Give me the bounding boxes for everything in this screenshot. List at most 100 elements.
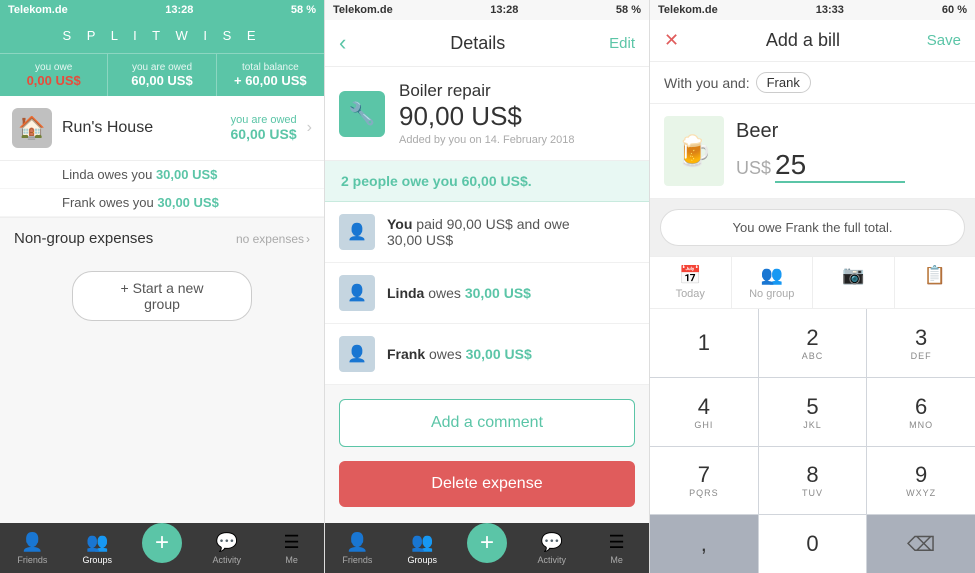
chevron-icon: ›	[307, 119, 312, 137]
notes-action[interactable]: 📋	[895, 257, 975, 308]
status-bar-3: Telekom.de 13:33 60 %	[650, 0, 975, 20]
save-button[interactable]: Save	[927, 32, 961, 49]
status-bar-2: Telekom.de 13:28 58 %	[325, 0, 649, 20]
edit-button[interactable]: Edit	[609, 35, 635, 52]
add-comment-button[interactable]: Add a comment	[339, 399, 635, 447]
split-text-you: You paid 90,00 US$ and owe30,00 US$	[387, 216, 570, 248]
group-owed-label: you are owed	[231, 114, 297, 126]
expense-name: Boiler repair	[399, 81, 575, 101]
close-button[interactable]: ✕	[664, 30, 679, 51]
tab-me-label-2: Me	[610, 555, 623, 565]
bill-amount-input[interactable]	[775, 149, 905, 183]
avatar-you: 👤	[339, 214, 375, 250]
addbill-title: Add a bill	[766, 30, 840, 51]
battery-1: 58 %	[291, 4, 316, 16]
expense-amount: 90,00 US$	[399, 101, 575, 132]
tab-groups-label-2: Groups	[407, 555, 437, 565]
member-row-frank: Frank owes you 30,00 US$	[0, 189, 324, 217]
delete-expense-button[interactable]: Delete expense	[339, 461, 635, 507]
tab-add-1[interactable]: +	[130, 523, 195, 573]
split-row-linda: 👤 Linda owes 30,00 US$	[325, 263, 649, 324]
numpad: 1 2 ABC 3 DEF 4 GHI 5 JKL 6 MNO 7 PQRS 8	[650, 309, 975, 573]
tab-activity-label-2: Activity	[538, 555, 567, 565]
group-item-runs-house[interactable]: 🏠 Run's House you are owed 60,00 US$ ›	[0, 96, 324, 161]
tab-groups-label-1: Groups	[82, 555, 112, 565]
key-delete[interactable]: ⌫	[867, 515, 975, 573]
date-action[interactable]: 📅 Today	[650, 257, 732, 308]
owed-prefix: 2 people owe you	[341, 173, 462, 189]
carrier-3: Telekom.de	[658, 4, 718, 16]
notes-icon: 📋	[924, 265, 946, 286]
details-header: ‹ Details Edit	[325, 20, 649, 67]
tab-activity-label-1: Activity	[213, 555, 242, 565]
key-5[interactable]: 5 JKL	[759, 378, 867, 446]
group-owed-amount: 60,00 US$	[231, 126, 297, 142]
nongroup-title: Non-group expenses	[14, 230, 153, 247]
member-list: Linda owes you 30,00 US$ Frank owes you …	[0, 161, 324, 218]
tab-activity-1[interactable]: 💬 Activity	[194, 523, 259, 573]
owed-banner: 2 people owe you 60,00 US$.	[325, 161, 649, 202]
group-name: Run's House	[62, 119, 221, 137]
key-6[interactable]: 6 MNO	[867, 378, 975, 446]
key-3[interactable]: 3 DEF	[867, 309, 975, 377]
tab-friends-label-2: Friends	[342, 555, 372, 565]
carrier-2: Telekom.de	[333, 4, 393, 16]
groups-icon-2: 👥	[411, 532, 433, 553]
key-4[interactable]: 4 GHI	[650, 378, 758, 446]
group-action[interactable]: 👥 No group	[732, 257, 814, 308]
activity-icon-1: 💬	[216, 532, 238, 553]
balance-row: you owe 0,00 US$ you are owed 60,00 US$ …	[0, 53, 324, 96]
key-8[interactable]: 8 TUV	[759, 447, 867, 515]
tab-friends-2[interactable]: 👤 Friends	[325, 523, 390, 573]
calendar-icon: 📅	[679, 265, 701, 286]
key-2[interactable]: 2 ABC	[759, 309, 867, 377]
time-3: 13:33	[816, 4, 844, 16]
total-balance-amount: + 60,00 US$	[221, 73, 320, 88]
with-person-tag[interactable]: Frank	[756, 72, 811, 93]
key-1[interactable]: 1	[650, 309, 758, 377]
key-7[interactable]: 7 PQRS	[650, 447, 758, 515]
key-0[interactable]: 0	[759, 515, 867, 573]
time-2: 13:28	[490, 4, 518, 16]
key-9[interactable]: 9 WXYZ	[867, 447, 975, 515]
tab-add-2[interactable]: +	[455, 523, 520, 573]
split-row-frank: 👤 Frank owes 30,00 US$	[325, 324, 649, 385]
total-balance-cell: total balance + 60,00 US$	[217, 54, 324, 96]
camera-icon: 📷	[842, 265, 864, 286]
tab-me-2[interactable]: ☰ Me	[584, 523, 649, 573]
total-balance-label: total balance	[221, 62, 320, 73]
expense-date: Added by you on 14. February 2018	[399, 134, 575, 146]
nongroup-status: no expenses ›	[236, 232, 310, 246]
time-1: 13:28	[165, 4, 193, 16]
split-row-you: 👤 You paid 90,00 US$ and owe30,00 US$	[325, 202, 649, 263]
key-comma[interactable]: ,	[650, 515, 758, 573]
add-icon-2: +	[467, 523, 507, 563]
tab-groups-1[interactable]: 👥 Groups	[65, 523, 130, 573]
currency-label: US$	[736, 158, 771, 179]
tab-activity-2[interactable]: 💬 Activity	[519, 523, 584, 573]
tab-friends-label-1: Friends	[17, 555, 47, 565]
split-text-frank: Frank owes 30,00 US$	[387, 346, 532, 362]
bill-details: Beer US$	[736, 120, 905, 183]
photo-action[interactable]: 📷	[813, 257, 895, 308]
you-are-owed-label: you are owed	[112, 62, 211, 73]
back-button[interactable]: ‹	[339, 30, 346, 56]
you-owe-cell: you owe 0,00 US$	[0, 54, 108, 96]
new-group-button[interactable]: + Start a new group	[72, 271, 252, 321]
addbill-header: ✕ Add a bill Save	[650, 20, 975, 62]
owed-amount: 60,00 US$	[462, 173, 528, 189]
activity-icon-2: 💬	[541, 532, 563, 553]
battery-2: 58 %	[616, 4, 641, 16]
delete-icon: ⌫	[907, 532, 935, 557]
panel-details: Telekom.de 13:28 58 % ‹ Details Edit 🔧 B…	[325, 0, 650, 573]
panel-add-bill: Telekom.de 13:33 60 % ✕ Add a bill Save …	[650, 0, 975, 573]
tab-friends-1[interactable]: 👤 Friends	[0, 523, 65, 573]
group-icon: 🏠	[12, 108, 52, 148]
tab-me-1[interactable]: ☰ Me	[259, 523, 324, 573]
tab-groups-2[interactable]: 👥 Groups	[390, 523, 455, 573]
expense-icon: 🔧	[339, 91, 385, 137]
nongroup-header: Non-group expenses no expenses ›	[0, 218, 324, 255]
status-bar-1: Telekom.de 13:28 58 %	[0, 0, 324, 20]
groups-icon-1: 👥	[86, 532, 108, 553]
with-row: With you and: Frank	[650, 62, 975, 104]
